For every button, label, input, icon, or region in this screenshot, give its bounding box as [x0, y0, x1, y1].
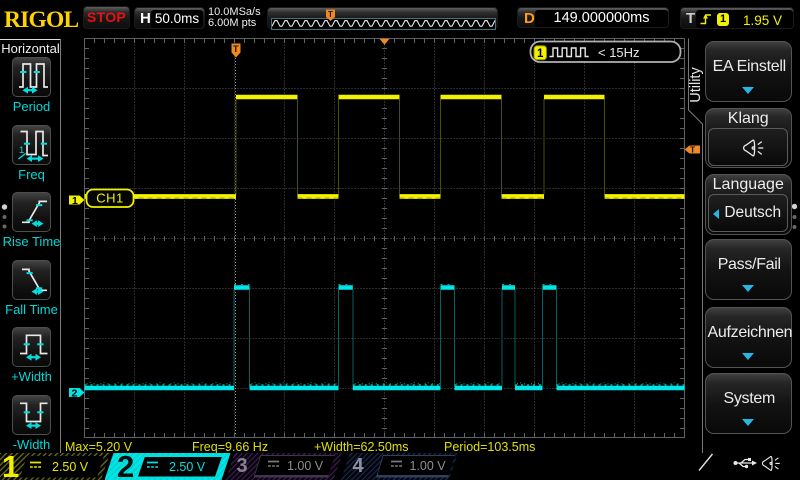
svg-text:T: T [233, 44, 239, 55]
svg-text:< 15Hz: < 15Hz [598, 45, 640, 60]
svg-text:1: 1 [537, 48, 544, 60]
svg-text:1: 1 [72, 195, 78, 207]
svg-text:CH1: CH1 [96, 190, 124, 205]
svg-text:T: T [690, 145, 696, 155]
svg-text:2: 2 [72, 387, 78, 399]
